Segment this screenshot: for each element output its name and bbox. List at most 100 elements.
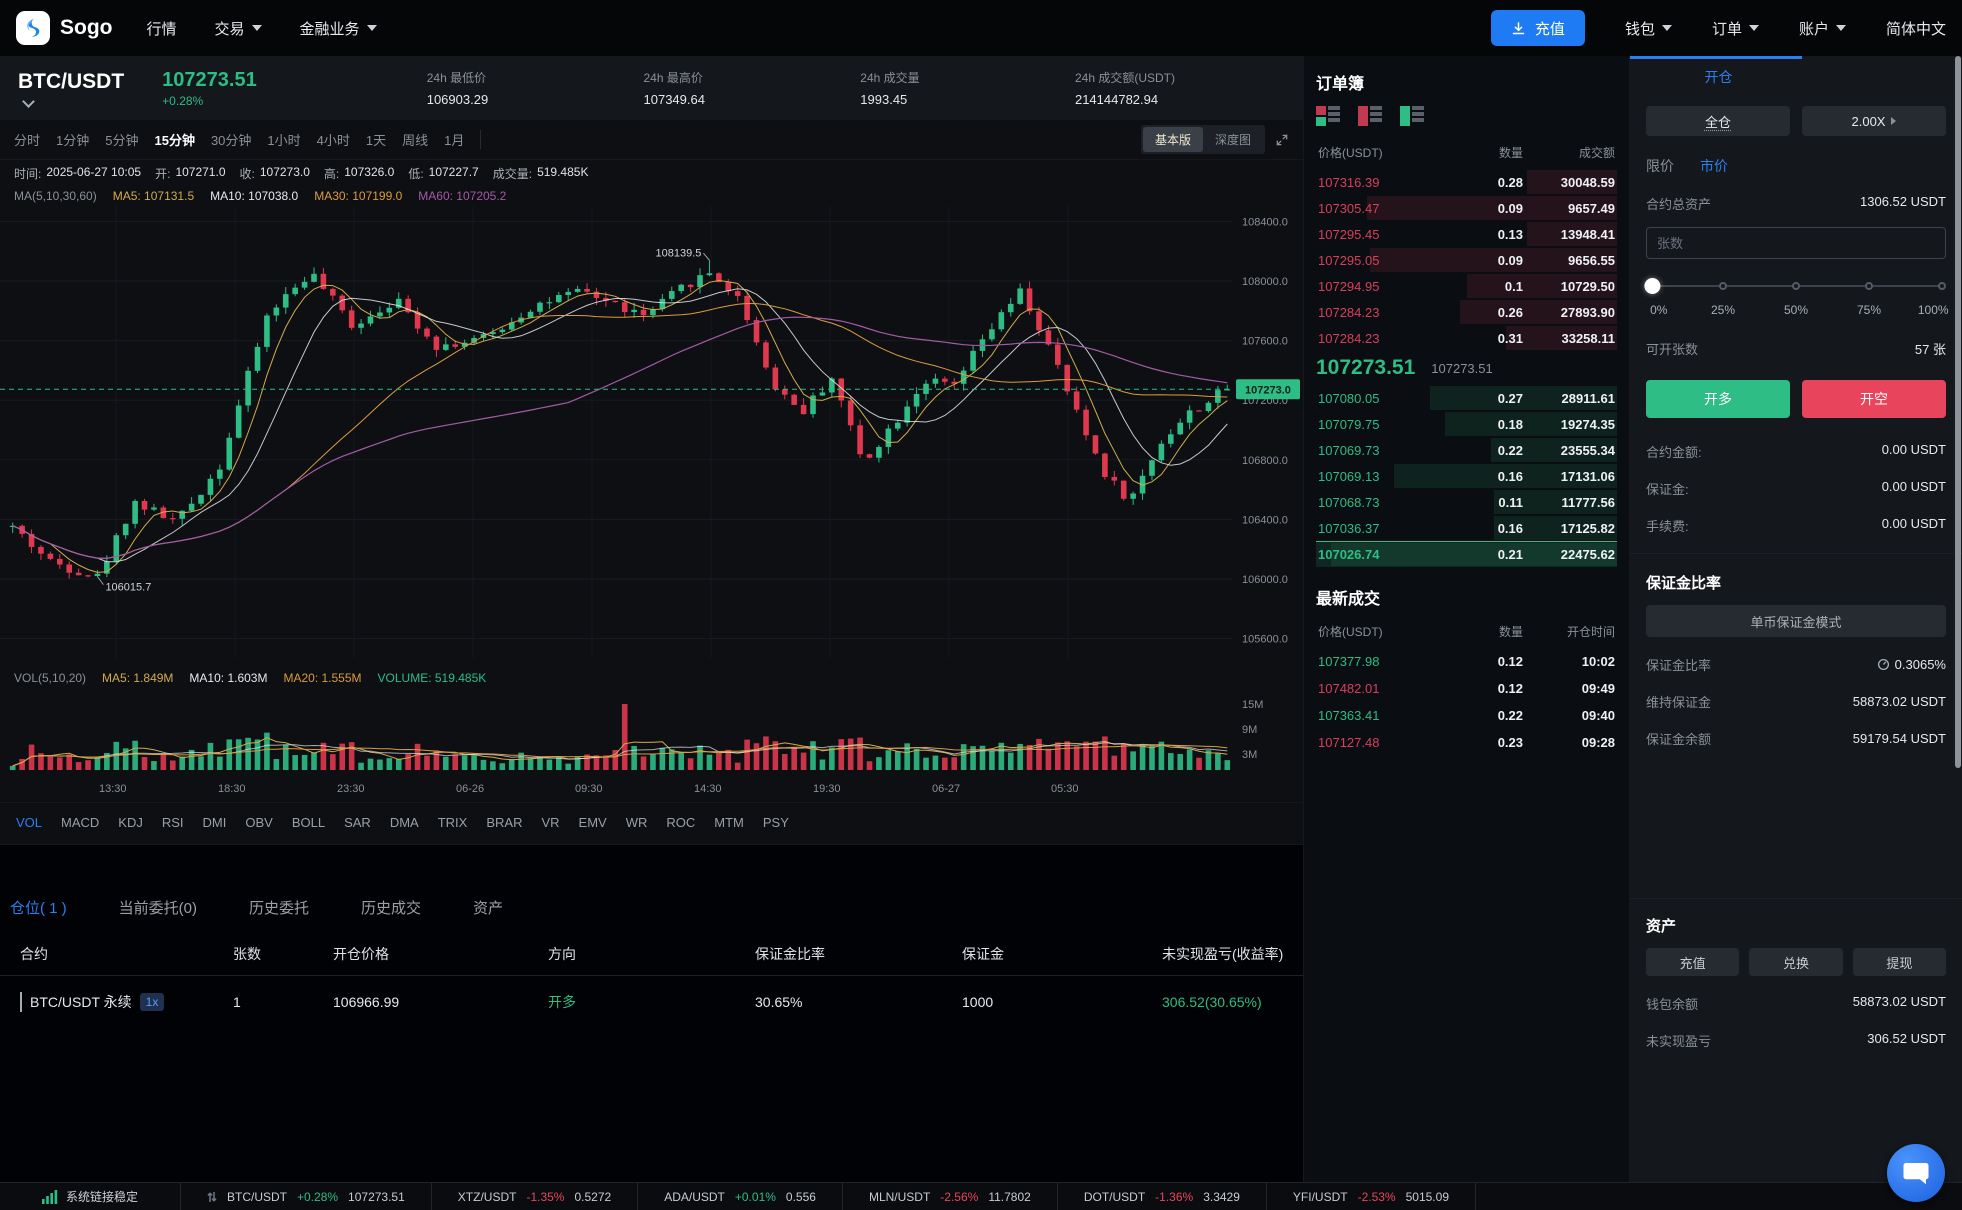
order-type-限价[interactable]: 限价 — [1646, 156, 1674, 176]
pair-selector[interactable]: BTC/USDT — [18, 70, 124, 108]
timeframe-周线[interactable]: 周线 — [402, 130, 428, 149]
statusbar-ticker-XTZ/USDT[interactable]: XTZ/USDT -1.35% 0.5272 — [430, 1183, 637, 1210]
sb-pair: XTZ/USDT — [457, 1189, 517, 1204]
indicator-BRAR[interactable]: BRAR — [486, 815, 522, 830]
indicator-PSY[interactable]: PSY — [763, 815, 789, 830]
indicator-KDJ[interactable]: KDJ — [118, 815, 143, 830]
asset-button-提现[interactable]: 提现 — [1852, 948, 1946, 976]
volume-chart[interactable]: 15M 9M 3M — [0, 690, 1303, 778]
asset-button-兑换[interactable]: 兑换 — [1749, 948, 1843, 976]
indicator-ROC[interactable]: ROC — [666, 815, 695, 830]
orderbook-row[interactable]: 107294.95 0.1 10729.50 — [1316, 273, 1617, 299]
single-coin-margin-button[interactable]: 单币保证金模式 — [1646, 605, 1946, 637]
nav-item-钱包[interactable]: 钱包 — [1625, 18, 1672, 39]
orderbook-row[interactable]: 107068.73 0.11 11777.56 — [1316, 489, 1617, 515]
statusbar-ticker-MLN/USDT[interactable]: MLN/USDT -2.56% 11.7802 — [841, 1183, 1057, 1210]
orderbook-row[interactable]: 107295.45 0.13 13948.41 — [1316, 221, 1617, 247]
open-short-button[interactable]: 开空 — [1802, 380, 1946, 418]
orderbook-row[interactable]: 107295.05 0.09 9656.55 — [1316, 247, 1617, 273]
ob-price: 107026.74 — [1318, 547, 1380, 562]
order-type-市价[interactable]: 市价 — [1700, 156, 1728, 176]
nav-item-订单[interactable]: 订单 — [1712, 18, 1759, 39]
timeframe-1天[interactable]: 1天 — [366, 130, 386, 149]
tab-open-position[interactable]: 开仓 — [1646, 56, 1791, 98]
ohlc-value: 2025-06-27 10:05 — [46, 164, 142, 179]
indicator-MTM[interactable]: MTM — [714, 815, 744, 830]
positions-tab-历史委托[interactable]: 历史委托 — [249, 897, 309, 918]
ob-view-asks-icon[interactable] — [1358, 106, 1382, 126]
orderbook-row[interactable]: 107080.05 0.27 28911.61 — [1316, 385, 1617, 411]
positions-tab-仓位( 1 )[interactable]: 仓位( 1 ) — [10, 897, 67, 918]
orderbook-row[interactable]: 107026.74 0.21 22475.62 — [1316, 541, 1617, 567]
price-block: 107273.51 +0.28% — [162, 69, 257, 108]
indicator-MACD[interactable]: MACD — [61, 815, 99, 830]
caret-down-icon — [366, 25, 377, 31]
nav-item-交易[interactable]: 交易 — [215, 18, 262, 39]
quantity-input[interactable] — [1646, 227, 1946, 259]
ob-amount: 17131.06 — [1560, 468, 1615, 484]
indicator-VR[interactable]: VR — [541, 815, 559, 830]
orderbook-last-price[interactable]: 107273.51 — [1316, 356, 1415, 380]
orderbook-row[interactable]: 107079.75 0.18 19274.35 — [1316, 411, 1617, 437]
amount-slider[interactable] — [1644, 278, 1946, 294]
timeframe-1月[interactable]: 1月 — [444, 130, 464, 149]
view-option-基本版[interactable]: 基本版 — [1142, 127, 1203, 152]
slider-label: 100% — [1917, 303, 1949, 317]
indicator-VOL[interactable]: VOL — [16, 815, 42, 830]
indicator-DMA[interactable]: DMA — [390, 815, 419, 830]
timeframe-1小时[interactable]: 1小时 — [267, 130, 300, 149]
candlestick-chart[interactable]: 108400.0 108000.0 107600.0 107200.0 106800.0… — [0, 206, 1303, 666]
indicator-SAR[interactable]: SAR — [344, 815, 371, 830]
orderbook-row[interactable]: 107069.73 0.22 23555.34 — [1316, 437, 1617, 463]
sb-change: +0.01% — [734, 1189, 776, 1204]
orderbook-row[interactable]: 107036.37 0.16 17125.82 — [1316, 515, 1617, 541]
nav-item-金融业务[interactable]: 金融业务 — [300, 18, 377, 39]
indicator-EMV[interactable]: EMV — [579, 815, 607, 830]
timeframe-5分钟[interactable]: 5分钟 — [105, 130, 138, 149]
expand-icon[interactable] — [1275, 133, 1289, 147]
nav-item-简体中文[interactable]: 简体中文 — [1886, 18, 1946, 39]
nav-item-账户[interactable]: 账户 — [1799, 18, 1846, 39]
margin-mode-button[interactable]: 全仓 — [1646, 106, 1790, 136]
statusbar-ticker-BTC/USDT[interactable]: BTC/USDT +0.28% 107273.51 — [180, 1183, 431, 1210]
ob-view-bids-icon[interactable] — [1400, 106, 1424, 126]
nav-item-行情[interactable]: 行情 — [147, 18, 177, 39]
positions-tab-历史成交[interactable]: 历史成交 — [361, 897, 421, 918]
scrollbar[interactable] — [1955, 56, 1961, 768]
orderbook-row[interactable]: 107284.23 0.26 27893.90 — [1316, 299, 1617, 325]
timeframe-15分钟[interactable]: 15分钟 — [154, 130, 194, 149]
indicator-DMI[interactable]: DMI — [203, 815, 227, 830]
statusbar-ticker-ADA/USDT[interactable]: ADA/USDT +0.01% 0.556 — [637, 1183, 842, 1210]
orderbook-row[interactable]: 107069.13 0.16 17131.06 — [1316, 463, 1617, 489]
leverage-button[interactable]: 2.00X — [1802, 106, 1946, 136]
slider-label: 25% — [1710, 303, 1736, 317]
orderbook-row[interactable]: 107305.47 0.09 9657.49 — [1316, 195, 1617, 221]
positions-tab-当前委托(0)[interactable]: 当前委托(0) — [119, 897, 197, 918]
timeframe-4小时[interactable]: 4小时 — [317, 130, 350, 149]
x-axis-label: 14:30 — [694, 783, 722, 795]
indicator-WR[interactable]: WR — [626, 815, 648, 830]
ob-view-both-icon[interactable] — [1316, 106, 1340, 126]
statusbar-ticker-YFI/USDT[interactable]: YFI/USDT -2.53% 5015.09 — [1265, 1183, 1476, 1210]
orderbook-row[interactable]: 107284.23 0.31 33258.11 — [1316, 325, 1617, 351]
statusbar-ticker-DOT/USDT[interactable]: DOT/USDT -1.36% 3.3429 — [1056, 1183, 1266, 1210]
indicator-BOLL[interactable]: BOLL — [292, 815, 325, 830]
deposit-button[interactable]: 充值 — [1490, 10, 1585, 46]
position-margin: 1000 — [962, 994, 994, 1010]
stat-value: 107349.64 — [643, 92, 705, 107]
asset-button-充值[interactable]: 充值 — [1646, 948, 1740, 976]
slider-knob[interactable] — [1644, 278, 1661, 294]
indicator-TRIX[interactable]: TRIX — [438, 815, 468, 830]
svg-text:3M: 3M — [1242, 749, 1257, 761]
open-long-button[interactable]: 开多 — [1646, 380, 1790, 418]
timeframe-1分钟[interactable]: 1分钟 — [56, 130, 89, 149]
timeframe-分时[interactable]: 分时 — [14, 130, 40, 149]
indicator-OBV[interactable]: OBV — [245, 815, 272, 830]
chat-widget-button[interactable] — [1887, 1144, 1945, 1202]
orderbook-row[interactable]: 107316.39 0.28 30048.59 — [1316, 169, 1617, 195]
timeframe-30分钟[interactable]: 30分钟 — [211, 130, 251, 149]
positions-tab-资产[interactable]: 资产 — [473, 897, 503, 918]
indicator-RSI[interactable]: RSI — [162, 815, 184, 830]
brand[interactable]: Sogo — [16, 11, 113, 45]
view-option-深度图[interactable]: 深度图 — [1203, 127, 1263, 152]
